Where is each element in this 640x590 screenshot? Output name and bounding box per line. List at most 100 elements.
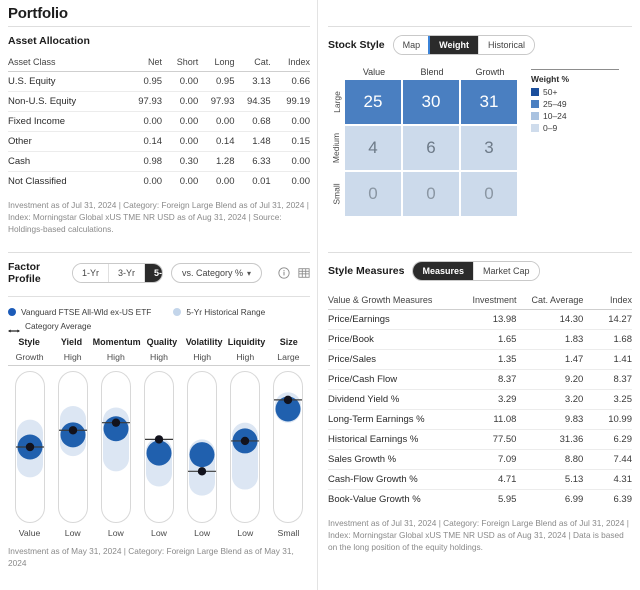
measure-label: Cash-Flow Growth % [328, 469, 456, 490]
style-cell-small-value[interactable]: 0 [345, 172, 401, 216]
measure-label: Book-Value Growth % [328, 489, 456, 509]
style-cell-medium-value[interactable]: 4 [345, 126, 401, 170]
factor-gauge-yield[interactable] [51, 371, 94, 523]
asset-class-label: Other [8, 131, 123, 152]
table-row: Fixed Income 0.00 0.00 0.00 0.68 0.00 [8, 111, 310, 132]
table-row: Not Classified 0.00 0.00 0.00 0.01 0.00 [8, 171, 310, 191]
cat-average-value: 6.99 [516, 489, 584, 509]
factor-top-yield: High [63, 352, 82, 362]
legend-label: 50+ [543, 87, 558, 97]
legend-row-primary: Vanguard FTSE All-Wld ex-US ETF 5-Yr His… [8, 307, 310, 317]
factor-gauge-quality[interactable] [137, 371, 180, 523]
legend-title: Weight % [531, 74, 570, 84]
legend-fund-label: Vanguard FTSE All-Wld ex-US ETF [21, 307, 152, 317]
table-row: U.S. Equity 0.95 0.00 0.95 3.13 0.66 [8, 71, 310, 92]
factor-gauge-volatility[interactable] [181, 371, 224, 523]
factor-gauge-style[interactable] [8, 371, 51, 523]
investment-value: 7.09 [455, 449, 517, 470]
table-view-icon[interactable] [298, 267, 310, 280]
page-title: Portfolio [8, 5, 68, 22]
factor-top-label-row: Growth High High High High High Large [8, 352, 310, 362]
style-cell-large-blend[interactable]: 30 [403, 80, 459, 124]
index-value: 4.31 [583, 469, 632, 490]
legend-divider [531, 69, 619, 70]
index-value: 0.66 [270, 71, 310, 92]
investment-value: 5.95 [455, 489, 517, 509]
table-row: Price/Sales 1.35 1.47 1.41 [328, 349, 632, 370]
net-value: 0.98 [122, 151, 163, 172]
style-cell-large-value[interactable]: 25 [345, 80, 401, 124]
style-box-row: 25 30 31 [345, 80, 519, 124]
asset-allocation-footnote: Investment as of Jul 31, 2024 | Category… [8, 200, 309, 235]
tab-map[interactable]: Map [393, 36, 431, 54]
style-cell-medium-growth[interactable]: 3 [461, 126, 517, 170]
left-column: Portfolio [8, 0, 310, 29]
style-cell-small-blend[interactable]: 0 [403, 172, 459, 216]
tab-market-cap[interactable]: Market Cap [474, 262, 539, 280]
table-row: Price/Earnings 13.98 14.30 14.27 [328, 309, 632, 330]
tab-5yr[interactable]: 5-Yr [145, 264, 162, 282]
factor-period-tabs[interactable]: 1-Yr 3-Yr 5-Yr [71, 263, 163, 283]
net-value: 97.93 [122, 91, 163, 112]
asset-allocation-body: U.S. Equity 0.95 0.00 0.95 3.13 0.66 Non… [8, 71, 310, 191]
cat-average-value: 31.36 [516, 429, 584, 450]
tab-measures[interactable]: Measures [413, 262, 474, 280]
legend-average-label: Category Average [25, 321, 92, 331]
factor-gauge-row [8, 371, 310, 523]
legend-arrow-line-icon [8, 322, 20, 333]
factor-bottom-quality: Low [151, 528, 167, 538]
investment-value: 13.98 [455, 309, 517, 330]
col-short: Short [176, 57, 199, 67]
style-box-column-headers: Value Blend Growth [345, 67, 519, 80]
factor-top-liquidity: High [236, 352, 255, 362]
style-measures-title: Style Measures [328, 265, 405, 277]
index-value: 8.37 [583, 369, 632, 390]
stock-style-tabs[interactable]: Map Weight Historical [392, 35, 535, 55]
measure-label: Dividend Yield % [328, 389, 456, 410]
factor-name-momentum: Momentum [92, 337, 141, 347]
style-measures-tabs[interactable]: Measures Market Cap [412, 261, 540, 281]
investment-value: 8.37 [455, 369, 517, 390]
style-box-row: 0 0 0 [345, 172, 519, 216]
stock-style-section: Stock Style Map Weight Historical Value … [328, 26, 632, 218]
style-box-cells: 25 30 31 4 6 3 0 0 0 [345, 80, 519, 218]
style-row-large: Large [331, 91, 342, 113]
factor-gauge-momentum[interactable] [94, 371, 137, 523]
legend-swatch-10-24-icon [531, 112, 539, 120]
cat-average-value: 1.47 [516, 349, 584, 370]
style-cell-medium-blend[interactable]: 6 [403, 126, 459, 170]
factor-bottom-size: Small [277, 528, 300, 538]
comparison-dropdown[interactable]: vs. Category % ▾ [170, 263, 262, 283]
measure-label: Long-Term Earnings % [328, 409, 456, 430]
legend-label: 10–24 [543, 111, 567, 121]
table-row: Sales Growth % 7.09 8.80 7.44 [328, 449, 632, 470]
style-cell-small-growth[interactable]: 0 [461, 172, 517, 216]
tab-1yr[interactable]: 1-Yr [72, 264, 109, 282]
factor-bottom-liquidity: Low [237, 528, 254, 538]
investment-value: 4.71 [455, 469, 517, 490]
factor-gauge-liquidity[interactable] [224, 371, 267, 523]
short-value: 0.30 [162, 151, 199, 172]
investment-value: 1.65 [455, 329, 517, 350]
investment-value: 77.50 [455, 429, 517, 450]
index-value: 7.44 [583, 449, 632, 470]
legend-label: 0–9 [543, 123, 558, 133]
tab-weight[interactable]: Weight [430, 36, 479, 54]
net-value: 0.14 [122, 131, 163, 152]
table-row: Historical Earnings % 77.50 31.36 6.29 [328, 429, 632, 450]
info-icon[interactable] [278, 267, 290, 280]
factor-name-yield: Yield [60, 337, 83, 347]
tab-3yr[interactable]: 3-Yr [109, 264, 146, 282]
style-measures-section: Style Measures Measures Market Cap Value… [328, 252, 632, 553]
factor-gauge-size[interactable] [267, 371, 310, 523]
style-cell-large-growth[interactable]: 31 [461, 80, 517, 124]
legend-swatch-25-49-icon [531, 100, 539, 108]
table-row: Cash 0.98 0.30 1.28 6.33 0.00 [8, 151, 310, 172]
long-value: 97.93 [198, 91, 235, 112]
tab-historical[interactable]: Historical [478, 36, 534, 54]
legend-range-dot-icon [173, 308, 182, 316]
legend-label: 25–49 [543, 99, 567, 109]
style-row-small: Small [331, 183, 342, 205]
style-box-row-headers: Large Medium Small [328, 80, 345, 218]
factor-name-size: Size [279, 337, 298, 347]
